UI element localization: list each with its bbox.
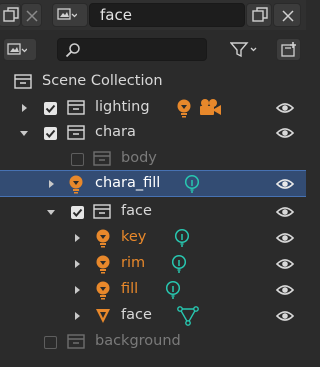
- mesh-object-icon: [96, 309, 110, 323]
- light-data-icon[interactable]: [183, 174, 201, 194]
- collection-icon: [67, 334, 85, 349]
- checkmark-icon: [45, 104, 56, 113]
- copy-icon: [3, 7, 19, 22]
- eye-icon[interactable]: [276, 127, 294, 139]
- image-editor-icon: [57, 8, 77, 20]
- close-icon: [282, 10, 294, 22]
- display-mode-dropdown[interactable]: [3, 38, 37, 61]
- chara-fill-label: chara_fill: [95, 175, 161, 191]
- header-close-button[interactable]: [273, 3, 301, 27]
- eye-icon[interactable]: [276, 284, 294, 296]
- light-bulb-icon: [96, 281, 110, 300]
- close-button[interactable]: [21, 3, 42, 27]
- eye-icon[interactable]: [276, 310, 294, 322]
- eye-icon[interactable]: [276, 258, 294, 270]
- exclude-checkbox-face[interactable]: [71, 206, 84, 219]
- tree-row-lighting[interactable]: lighting: [0, 95, 306, 121]
- light-data-icon[interactable]: [173, 228, 191, 248]
- tree-row-background[interactable]: background: [0, 329, 306, 355]
- body-label: body: [121, 150, 157, 166]
- checkmark-icon: [45, 129, 56, 138]
- checkmark-icon: [72, 208, 83, 217]
- outliner-header: face: [0, 0, 306, 30]
- pin-toggle[interactable]: [0, 3, 21, 27]
- scene-collection-label: Scene Collection: [42, 73, 163, 89]
- light-bulb-icon: [96, 255, 110, 274]
- collection-icon: [14, 74, 32, 89]
- camera-icon[interactable]: [197, 98, 223, 118]
- copy-icon: [252, 7, 268, 22]
- tree-row-face-mesh[interactable]: face: [0, 303, 306, 329]
- disclosure-down-icon[interactable]: [19, 128, 29, 138]
- disclosure-right-icon[interactable]: [72, 285, 82, 295]
- duplicate-window-button[interactable]: [246, 3, 272, 27]
- face-mesh-label: face: [121, 307, 152, 323]
- header-search-field[interactable]: face: [89, 3, 245, 27]
- tree-row-face-collection[interactable]: face: [0, 199, 306, 225]
- tree-row-key[interactable]: key: [0, 225, 306, 251]
- new-collection-icon: [281, 42, 296, 57]
- eye-icon[interactable]: [276, 232, 294, 244]
- filter-dropdown[interactable]: [228, 38, 266, 61]
- search-icon: [65, 43, 80, 58]
- tree-row-scene-collection[interactable]: Scene Collection: [0, 69, 306, 95]
- tree-row-fill[interactable]: fill: [0, 277, 306, 303]
- collection-icon: [93, 151, 111, 166]
- collection-icon: [67, 125, 85, 140]
- light-bulb-icon: [69, 175, 83, 194]
- editor-type-dropdown[interactable]: [52, 3, 88, 27]
- light-data-icon[interactable]: [170, 254, 188, 274]
- tree-row-body[interactable]: body: [0, 146, 306, 172]
- key-label: key: [121, 229, 147, 245]
- image-editor-icon: [7, 43, 27, 55]
- outliner-filter-bar: [0, 31, 306, 67]
- light-bulb-icon[interactable]: [175, 98, 193, 118]
- face-collection-label: face: [121, 203, 152, 219]
- exclude-checkbox-background[interactable]: [44, 336, 57, 349]
- outliner-search-input[interactable]: [57, 38, 207, 61]
- exclude-checkbox-body[interactable]: [71, 153, 84, 166]
- tree-row-rim[interactable]: rim: [0, 251, 306, 277]
- light-data-icon[interactable]: [164, 280, 182, 300]
- disclosure-right-icon[interactable]: [19, 103, 29, 113]
- tree-row-chara[interactable]: chara: [0, 120, 306, 146]
- header-search-value: face: [100, 6, 132, 24]
- eye-icon[interactable]: [276, 178, 294, 190]
- chara-label: chara: [95, 124, 136, 140]
- close-icon: [26, 10, 38, 22]
- disclosure-right-icon[interactable]: [72, 259, 82, 269]
- disclosure-right-icon[interactable]: [46, 179, 56, 189]
- background-label: background: [95, 333, 181, 349]
- eye-icon[interactable]: [276, 206, 294, 218]
- light-bulb-icon: [96, 229, 110, 248]
- lighting-label: lighting: [95, 99, 150, 115]
- funnel-icon: [230, 42, 257, 58]
- fill-label: fill: [121, 281, 139, 297]
- disclosure-down-icon[interactable]: [46, 207, 56, 217]
- new-collection-button[interactable]: [276, 38, 301, 61]
- disclosure-right-icon[interactable]: [72, 311, 82, 321]
- tree-row-chara-fill[interactable]: chara_fill: [0, 170, 306, 197]
- disclosure-right-icon[interactable]: [72, 233, 82, 243]
- rim-label: rim: [121, 255, 146, 271]
- exclude-checkbox-chara[interactable]: [44, 127, 57, 140]
- exclude-checkbox-lighting[interactable]: [44, 102, 57, 115]
- collection-icon: [93, 204, 111, 219]
- mesh-data-icon[interactable]: [177, 306, 199, 326]
- collection-icon: [67, 100, 85, 115]
- eye-icon[interactable]: [276, 102, 294, 114]
